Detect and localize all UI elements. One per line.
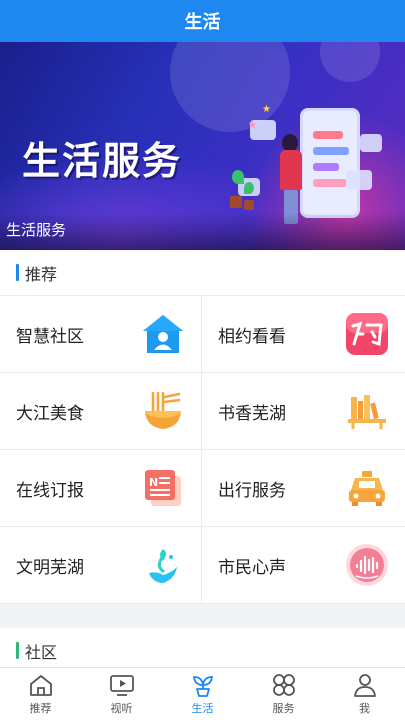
service-item-newspaper[interactable]: 在线订报 N — [0, 450, 202, 527]
app-header: 生活 — [0, 0, 405, 42]
service-label: 相约看看 — [218, 326, 286, 347]
section-header: 推荐 — [0, 250, 405, 296]
tab-me[interactable]: 我 — [324, 668, 405, 720]
service-label: 市民心声 — [218, 557, 286, 578]
tv-play-icon — [109, 675, 134, 696]
service-label: 大江美食 — [16, 403, 84, 424]
service-label: 在线订报 — [16, 480, 84, 501]
tab-recommend[interactable]: 推荐 — [0, 668, 81, 720]
recommend-section: 推荐 智慧社区 相约看看 大江美食 书香芜湖 在线订报 N 出行服务 文明芜湖 … — [0, 250, 405, 604]
community-section: 社区 — [0, 628, 405, 667]
svg-text:N: N — [149, 476, 158, 489]
section-title: 推荐 — [25, 264, 58, 284]
service-item-book-wuhu[interactable]: 书香芜湖 — [202, 373, 405, 450]
house-person-icon — [141, 312, 185, 356]
service-label: 智慧社区 — [16, 326, 84, 347]
tab-audio-video[interactable]: 视听 — [81, 668, 162, 720]
hand-leaf-icon — [141, 543, 185, 587]
page-title: 生活 — [184, 12, 221, 33]
sprout-icon — [192, 676, 213, 697]
service-label: 书香芜湖 — [218, 403, 286, 424]
tab-life[interactable]: 生活 — [162, 668, 243, 720]
section-accent-bar — [16, 264, 19, 281]
service-item-river-food[interactable]: 大江美食 — [0, 373, 202, 450]
user-icon — [353, 674, 376, 697]
bottom-tab-bar: 推荐 视听 生活 服务 我 — [0, 667, 405, 720]
tab-label: 我 — [359, 702, 370, 715]
yue-badge-icon — [345, 312, 389, 356]
section-title: 社区 — [25, 642, 58, 662]
banner-headline: 生活服务 — [22, 139, 183, 183]
service-grid: 智慧社区 相约看看 大江美食 书香芜湖 在线订报 N 出行服务 文明芜湖 市民心… — [0, 296, 405, 604]
bookshelf-icon — [345, 389, 389, 433]
service-item-meet-watch[interactable]: 相约看看 — [202, 296, 405, 373]
service-label: 文明芜湖 — [16, 557, 84, 578]
tab-label: 服务 — [272, 702, 295, 715]
banner-carousel[interactable]: ★ ★ 生活服务 生活服务 — [0, 42, 405, 250]
service-item-civilized-wuhu[interactable]: 文明芜湖 — [0, 527, 202, 604]
tab-label: 视听 — [110, 702, 133, 715]
service-label: 出行服务 — [218, 480, 286, 501]
section-accent-bar — [16, 642, 19, 659]
tab-label: 生活 — [191, 702, 214, 715]
grid-flower-icon — [272, 674, 295, 696]
newspaper-icon: N — [141, 466, 185, 510]
taxi-icon — [345, 466, 389, 510]
tab-service[interactable]: 服务 — [243, 668, 324, 720]
noodle-bowl-icon — [141, 389, 185, 433]
tab-label: 推荐 — [29, 702, 52, 715]
section-header: 社区 — [0, 628, 405, 667]
banner-caption: 生活服务 — [6, 221, 67, 239]
home-icon — [29, 675, 52, 696]
service-item-travel[interactable]: 出行服务 — [202, 450, 405, 527]
service-item-smart-community[interactable]: 智慧社区 — [0, 296, 202, 373]
service-item-citizen-voice[interactable]: 市民心声 — [202, 527, 405, 604]
voice-wave-icon — [345, 543, 389, 587]
